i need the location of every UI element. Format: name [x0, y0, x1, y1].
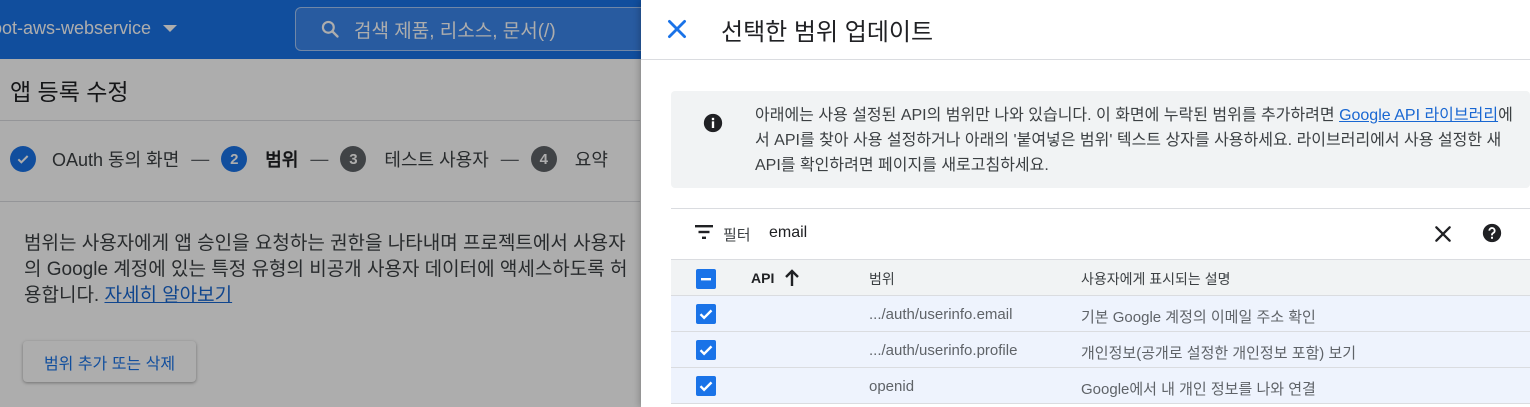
info-icon: [703, 113, 723, 133]
row-scope: .../auth/userinfo.profile: [869, 342, 1018, 359]
column-header-api-label: API: [751, 270, 775, 286]
modal-scrim[interactable]: [0, 0, 641, 407]
sort-ascending-icon: [785, 269, 800, 286]
filter-label: 필터: [723, 227, 751, 244]
row-description: 기본 Google 계정의 이메일 주소 확인: [1081, 309, 1316, 326]
table-row[interactable]: .../auth/userinfo.email 기본 Google 계정의 이메…: [671, 296, 1530, 332]
indeterminate-icon: [701, 278, 711, 281]
filter-bar[interactable]: 필터 email: [671, 209, 1530, 259]
update-scopes-panel: 선택한 범위 업데이트 아래에는 사용 설정된 API의 범위만 나와 있습니다…: [641, 0, 1530, 407]
check-icon: [699, 381, 713, 392]
info-banner: 아래에는 사용 설정된 API의 범위만 나와 있습니다. 이 화면에 누락된 …: [671, 91, 1530, 188]
row-checkbox[interactable]: [696, 376, 716, 396]
column-header-api[interactable]: API: [751, 269, 800, 287]
help-icon[interactable]: [1482, 223, 1502, 243]
row-scope: openid: [869, 378, 915, 395]
close-icon[interactable]: [664, 16, 690, 42]
column-header-scope[interactable]: 범위: [869, 269, 895, 289]
info-text-part: 아래에는 사용 설정된 API의 범위만 나와 있습니다. 이 화면에 누락된 …: [755, 107, 1340, 124]
row-checkbox[interactable]: [696, 340, 716, 360]
table-row[interactable]: openid Google에서 내 개인 정보를 나와 연결: [671, 368, 1530, 404]
table-row[interactable]: .../auth/userinfo.profile 개인정보(공개로 설정한 개…: [671, 332, 1530, 368]
filter-chip-email[interactable]: email: [769, 224, 807, 242]
check-icon: [699, 345, 713, 356]
select-all-checkbox[interactable]: [696, 269, 716, 289]
row-scope: .../auth/userinfo.email: [869, 306, 1013, 323]
divider: [641, 59, 1530, 60]
filter-icon: [695, 225, 713, 239]
row-description: Google에서 내 개인 정보를 나와 연결: [1081, 381, 1316, 398]
check-icon: [699, 309, 713, 320]
row-checkbox[interactable]: [696, 304, 716, 324]
info-text: 아래에는 사용 설정된 API의 범위만 나와 있습니다. 이 화면에 누락된 …: [755, 103, 1515, 178]
api-library-link[interactable]: Google API 라이브러리: [1339, 107, 1498, 124]
row-description: 개인정보(공개로 설정한 개인정보 포함) 보기: [1081, 345, 1357, 362]
panel-title: 선택한 범위 업데이트: [721, 19, 934, 46]
table-header: API 범위 사용자에게 표시되는 설명: [671, 259, 1530, 296]
clear-filter-icon[interactable]: [1433, 224, 1453, 244]
column-header-description[interactable]: 사용자에게 표시되는 설명: [1081, 269, 1230, 289]
